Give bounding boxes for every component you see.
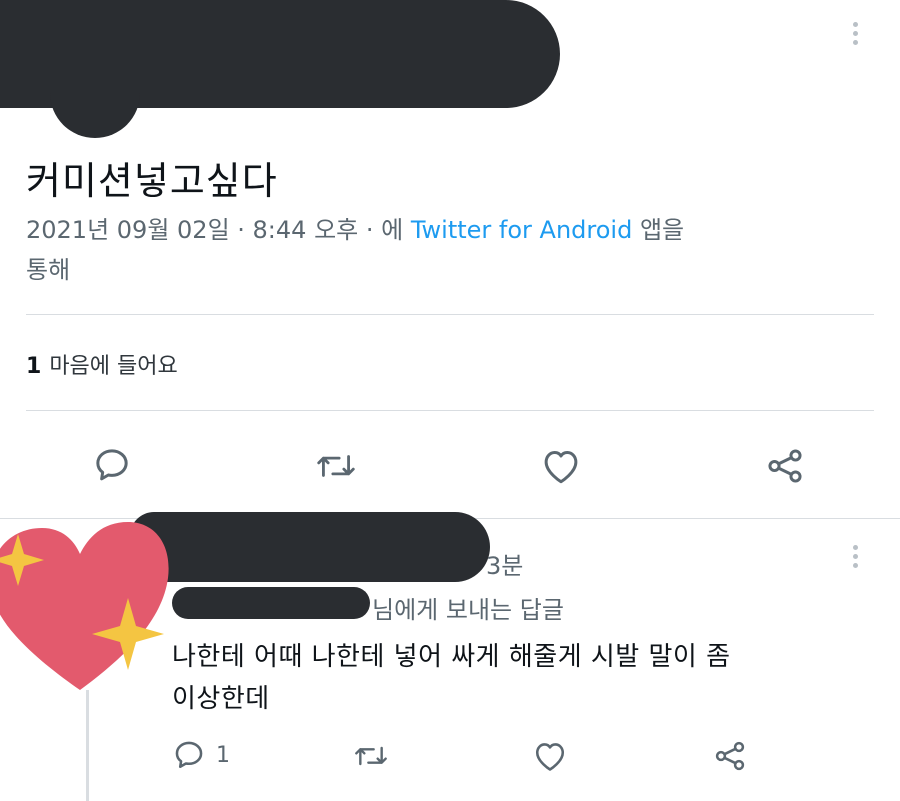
- retweet-icon: [317, 455, 355, 477]
- reply-count: 1: [216, 742, 230, 768]
- heart-outline-icon: [535, 743, 565, 771]
- reply-timestamp: 3분: [486, 552, 524, 580]
- tweet-meta: 2021년 09월 02일 · 8:44 오후 · 에 Twitter for …: [26, 210, 846, 290]
- share-icon: [715, 741, 745, 771]
- share-icon: [768, 449, 802, 483]
- more-options-icon[interactable]: [853, 22, 859, 49]
- reply-reply-button[interactable]: 1: [172, 738, 230, 772]
- reply-text-line1: 나한테 어때 나한테 넣어 싸게 해줄게 시발 말이 좀: [172, 642, 731, 672]
- likes-label: 마음에 들어요: [49, 354, 178, 379]
- client-suffix: 앱을: [632, 216, 685, 244]
- client-link[interactable]: Twitter for Android: [411, 216, 632, 244]
- tweet-timestamp: 2021년 09월 02일 · 8:44 오후 · 에: [26, 216, 411, 244]
- heart-outline-icon: [544, 451, 578, 484]
- reply-text: 나한테 어때 나한테 넣어 싸게 해줄게 시발 말이 좀 이상한데: [172, 636, 812, 720]
- reply-like-button[interactable]: [532, 739, 568, 773]
- divider: [26, 314, 874, 315]
- reply-text-line2: 이상한데: [172, 684, 270, 714]
- thread-line: [86, 690, 89, 801]
- likes-number: 1: [26, 354, 42, 379]
- reply-bubble-icon: [175, 741, 203, 769]
- meta-line2: 통해: [26, 256, 71, 284]
- redacted-replying-to-handle: [172, 587, 370, 619]
- redacted-avatar: [50, 60, 140, 138]
- retweet-button[interactable]: [314, 447, 358, 485]
- heart-sticker-icon: [0, 522, 169, 690]
- divider: [26, 410, 874, 411]
- retweet-icon: [355, 746, 387, 766]
- replying-to-label: 님에게 보내는 답글: [372, 596, 564, 624]
- reply-button[interactable]: [92, 445, 132, 485]
- like-button[interactable]: [540, 446, 582, 486]
- reply-retweet-button[interactable]: [352, 740, 390, 772]
- reply-share-button[interactable]: [712, 738, 748, 774]
- share-button[interactable]: [764, 445, 806, 487]
- redacted-reply-name: [130, 512, 490, 582]
- more-options-icon[interactable]: [853, 545, 859, 572]
- likes-count[interactable]: 1 마음에 들어요: [26, 348, 178, 380]
- tweet-text: 커미션넣고싶다: [26, 159, 278, 203]
- reply-bubble-icon: [96, 449, 128, 481]
